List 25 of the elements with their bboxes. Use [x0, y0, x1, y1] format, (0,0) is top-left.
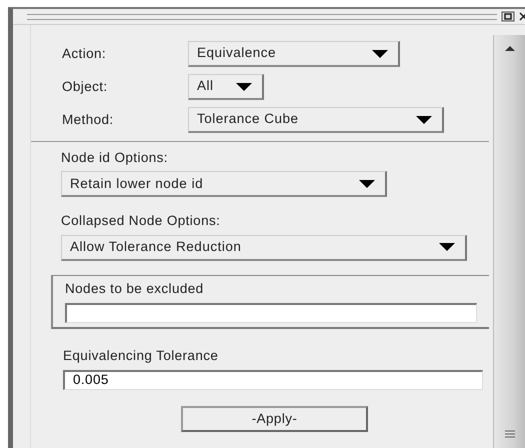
field-label: Equivalencing Tolerance	[63, 346, 220, 365]
dropdown[interactable]: Allow Tolerance Reduction	[61, 234, 467, 260]
input-field[interactable]	[65, 302, 477, 323]
dropdown[interactable]: Retain lower node id	[61, 171, 387, 198]
caret-icon	[439, 243, 455, 251]
close-icon[interactable]	[519, 11, 525, 22]
field-label: Object:	[62, 78, 109, 96]
field-label: Nodes to be excluded	[65, 280, 205, 298]
field-label: Node id Options:	[61, 149, 169, 167]
restore-icon[interactable]	[501, 11, 515, 22]
caret-icon	[359, 180, 375, 188]
caret-icon	[236, 82, 252, 90]
grip-icon[interactable]	[504, 430, 514, 438]
caret-icon	[372, 50, 388, 58]
caret-icon	[416, 116, 432, 124]
dropdown[interactable]: Equivalence	[188, 41, 400, 67]
apply-button[interactable]: -Apply-	[181, 406, 368, 432]
dropdown[interactable]: All	[188, 74, 264, 100]
scrollbar[interactable]	[493, 35, 525, 448]
field-label: Collapsed Node Options:	[61, 212, 222, 230]
scroll-up-icon[interactable]	[504, 45, 514, 51]
field-label: Method:	[62, 110, 115, 129]
dropdown[interactable]: Tolerance Cube	[188, 107, 444, 133]
field-label: Action:	[62, 44, 108, 63]
input-field[interactable]: 0.005	[63, 370, 483, 390]
